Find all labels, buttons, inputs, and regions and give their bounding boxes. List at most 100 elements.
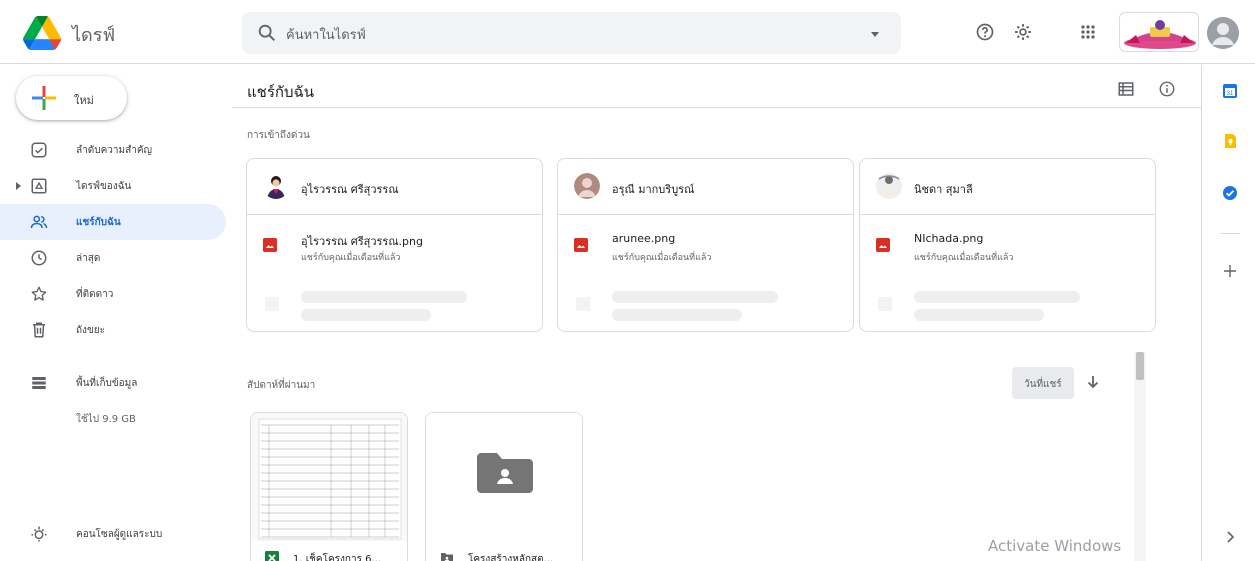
- quick-access-card[interactable]: นิชดา สุมาลี NIchada.png แชร์กับคุณเมื่อ…: [859, 158, 1156, 332]
- storage-icon: [32, 377, 46, 389]
- sort-button[interactable]: วันที่แชร์: [1012, 367, 1074, 399]
- priority-icon: [31, 142, 47, 158]
- sidebar-item-shared-with-me[interactable]: แชร์กับฉัน: [0, 204, 226, 240]
- skeleton-placeholder: [914, 309, 1044, 321]
- image-file-icon: [263, 238, 277, 252]
- skeleton-placeholder: [878, 297, 892, 311]
- add-addon-icon[interactable]: [1222, 263, 1238, 279]
- new-button-label: ใหม่: [74, 94, 94, 107]
- person-name: อุไรวรรณ ศรีสุวรรณ: [301, 183, 399, 196]
- chevron-right-icon[interactable]: [1222, 529, 1238, 545]
- sidebar-item-trash[interactable]: ถังขยะ: [0, 312, 226, 348]
- skeleton-placeholder: [612, 291, 778, 303]
- file-name[interactable]: 1. เช็คโครงการ 6...: [293, 552, 381, 561]
- chevron-down-icon[interactable]: [871, 32, 879, 37]
- gear-icon[interactable]: [1013, 22, 1033, 42]
- sidebar-item-storage[interactable]: พื้นที่เก็บข้อมูล: [0, 365, 226, 401]
- expand-arrow-icon[interactable]: [16, 182, 21, 190]
- sidebar-item-label: แชร์กับฉัน: [76, 217, 121, 228]
- file-name[interactable]: arunee.png: [612, 232, 675, 245]
- admin-icon: [31, 526, 47, 542]
- scrollbar-thumb[interactable]: [1136, 352, 1144, 380]
- folder-thumbnail: [426, 413, 582, 541]
- sidebar-item-recent[interactable]: ล่าสุด: [0, 240, 226, 276]
- skeleton-placeholder: [301, 309, 431, 321]
- image-file-icon: [876, 238, 890, 252]
- skeleton-placeholder: [576, 297, 590, 311]
- avatar[interactable]: [1207, 17, 1239, 49]
- clock-icon: [31, 250, 47, 266]
- search-input[interactable]: ค้นหาในไดรฟ์: [286, 24, 366, 45]
- file-shared-time: แชร์กับคุณเมื่อเดือนที่แล้ว: [914, 253, 1014, 263]
- file-shared-time: แชร์กับคุณเมื่อเดือนที่แล้ว: [301, 253, 401, 263]
- file-shared-time: แชร์กับคุณเมื่อเดือนที่แล้ว: [612, 253, 712, 263]
- file-card[interactable]: 1. เช็คโครงการ 6...: [250, 412, 408, 561]
- sort-direction-icon[interactable]: [1085, 373, 1101, 391]
- person-avatar: [574, 173, 600, 199]
- skeleton-placeholder: [612, 309, 742, 321]
- file-name[interactable]: อุไรวรรณ ศรีสุวรรณ.png: [301, 232, 423, 250]
- sidebar-item-starred[interactable]: ที่ติดดาว: [0, 276, 226, 312]
- my-drive-icon: [31, 178, 47, 194]
- star-icon: [31, 286, 47, 301]
- sidebar-item-label: พื้นที่เก็บข้อมูล: [76, 378, 138, 389]
- sidebar-item-label: ถังขยะ: [76, 325, 106, 336]
- sidebar-item-label: ที่ติดดาว: [76, 289, 114, 300]
- file-thumbnail: [251, 413, 407, 541]
- sidebar-item-label: ล่าสุด: [76, 253, 101, 264]
- list-view-icon[interactable]: [1117, 80, 1135, 98]
- app-title: ไดรฟ์: [72, 25, 116, 46]
- sidebar-item-label: ไดรฟ์ของฉัน: [76, 181, 132, 192]
- search-bar[interactable]: ค้นหาในไดรฟ์: [242, 12, 901, 54]
- storage-used-text: ใช้ไป 9.9 GB: [76, 414, 136, 425]
- organization-logo[interactable]: [1119, 12, 1199, 52]
- skeleton-placeholder: [914, 291, 1080, 303]
- card-divider: [247, 214, 542, 215]
- shared-icon: [30, 215, 48, 229]
- rail-divider: [1220, 233, 1240, 234]
- quick-access-label: การเข้าถึงด่วน: [247, 130, 310, 141]
- svg-text:31: 31: [1227, 91, 1234, 97]
- sidebar-item-admin-console[interactable]: คอนโซลผู้ดูแลระบบ: [0, 516, 226, 552]
- top-bar: ไดรฟ์ ค้นหาในไดรฟ์: [0, 0, 1255, 64]
- trash-icon: [33, 322, 45, 338]
- folder-name[interactable]: โครงสร้างหลักสูต...: [468, 552, 553, 561]
- skeleton-placeholder: [265, 297, 279, 311]
- calendar-icon[interactable]: 31: [1222, 83, 1238, 99]
- side-panel-rail: 31: [1201, 65, 1255, 561]
- title-divider: [232, 107, 1202, 108]
- skeleton-placeholder: [301, 291, 467, 303]
- info-icon[interactable]: [1158, 80, 1176, 98]
- shared-folder-icon: [477, 453, 533, 493]
- drive-logo-icon[interactable]: [20, 16, 64, 50]
- sidebar-item-my-drive[interactable]: ไดรฟ์ของฉัน: [0, 168, 226, 204]
- card-divider: [860, 214, 1155, 215]
- sidebar-item-label: ลำดับความสำคัญ: [76, 145, 153, 156]
- sidebar-item-label: คอนโซลผู้ดูแลระบบ: [76, 529, 163, 540]
- person-avatar: [876, 173, 902, 199]
- plus-icon: [32, 86, 56, 110]
- sidebar-item-priority[interactable]: ลำดับความสำคัญ: [0, 132, 226, 168]
- page-title: แชร์กับฉัน: [247, 83, 314, 101]
- image-file-icon: [574, 238, 588, 252]
- folder-card[interactable]: โครงสร้างหลักสูต...: [425, 412, 583, 561]
- windows-activation-watermark: Activate Windows: [988, 537, 1122, 555]
- scrollbar[interactable]: [1134, 352, 1146, 561]
- file-name[interactable]: NIchada.png: [914, 232, 983, 245]
- help-icon[interactable]: [975, 22, 995, 42]
- tasks-icon[interactable]: [1222, 185, 1238, 201]
- quick-access-card[interactable]: อุไรวรรณ ศรีสุวรรณ อุไรวรรณ ศรีสุวรรณ.pn…: [246, 158, 543, 332]
- sort-label: วันที่แชร์: [1024, 379, 1062, 390]
- card-divider: [558, 214, 853, 215]
- person-name: อรุณี มากบริบูรณ์: [612, 183, 695, 196]
- shared-folder-icon: [441, 553, 453, 561]
- apps-icon[interactable]: [1078, 22, 1098, 42]
- quick-access-card[interactable]: อรุณี มากบริบูรณ์ arunee.png แชร์กับคุณเ…: [557, 158, 854, 332]
- sheets-icon: [265, 551, 279, 561]
- search-icon[interactable]: [256, 22, 278, 44]
- person-name: นิชดา สุมาลี: [914, 183, 973, 196]
- new-button[interactable]: ใหม่: [16, 76, 127, 120]
- recent-section-label: สัปดาห์ที่ผ่านมา: [247, 380, 316, 391]
- keep-icon[interactable]: [1222, 133, 1238, 149]
- person-avatar: [263, 173, 289, 199]
